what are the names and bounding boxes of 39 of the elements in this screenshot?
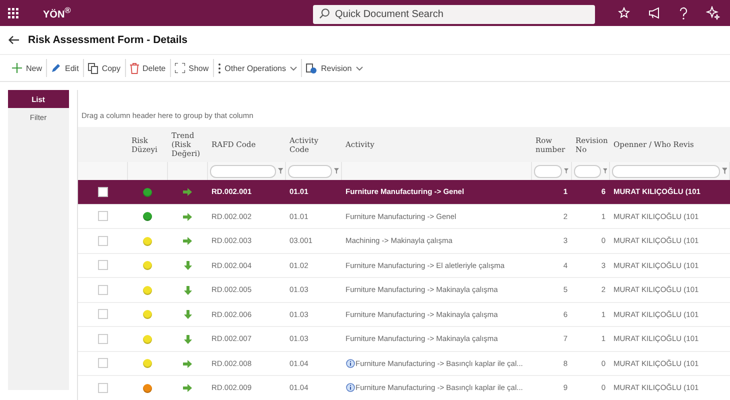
filter-field[interactable] [288,164,332,178]
help-icon[interactable] [679,6,688,20]
megaphone-icon[interactable] [648,7,661,19]
filter-field[interactable] [210,164,276,178]
search-icon [319,8,330,18]
star-icon[interactable] [618,7,630,19]
plus-icon [12,63,22,73]
app-grid-icon[interactable] [8,8,19,18]
row-checkbox[interactable] [98,186,108,197]
new-toolbar-button[interactable]: New [8,58,46,78]
copy-icon [88,62,98,74]
row-checkbox[interactable] [98,260,108,270]
row-checkbox[interactable] [98,358,108,368]
expand-icon [174,63,185,73]
filter-icon[interactable] [722,167,727,175]
filter-field[interactable] [612,164,720,178]
more-icon [218,62,221,74]
show-toolbar-button[interactable]: Show [170,58,213,78]
trash-icon [130,62,138,74]
pencil-icon [51,63,62,73]
page-title: Risk Assessment Form - Details [28,34,188,46]
sparkle-icon[interactable] [706,6,720,20]
filter-field[interactable] [534,164,562,178]
row-checkbox[interactable] [98,334,108,344]
delete-toolbar-button[interactable]: Delete [126,58,170,78]
edit-toolbar-button[interactable]: Edit [47,58,83,78]
back-arrow-icon[interactable] [8,35,20,45]
more-toolbar-button[interactable]: Other Operations [214,58,302,78]
row-checkbox[interactable] [98,382,108,393]
row-checkbox[interactable] [98,309,108,320]
row-checkbox[interactable] [98,211,108,222]
revision-toolbar-button[interactable]: Revision [302,58,367,78]
logo: YÖN$^{®}$ [43,5,72,21]
search-field[interactable]: Quick Document Search [313,4,595,24]
revision-icon [306,62,318,74]
copy-toolbar-button[interactable]: Copy [84,58,124,78]
row-checkbox[interactable] [98,284,108,295]
row-checkbox[interactable] [98,236,108,246]
filter-field[interactable] [574,164,601,178]
